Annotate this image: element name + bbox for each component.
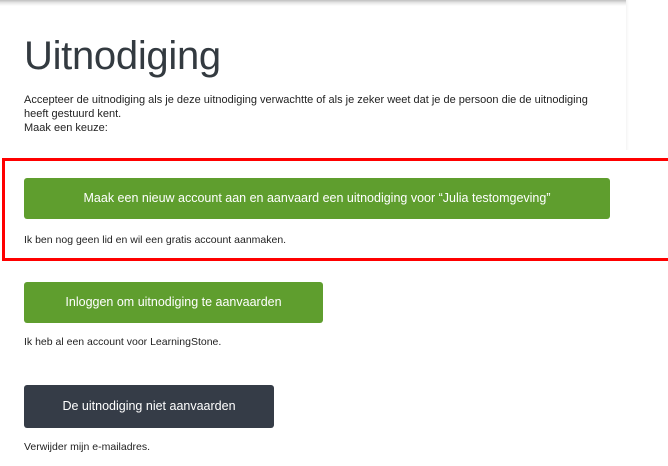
top-shadow xyxy=(0,0,628,6)
intro-paragraph: Accepteer de uitnodiging als je deze uit… xyxy=(24,94,588,120)
panel-edge xyxy=(626,0,629,150)
decline-hint: Verwijder mijn e-mailadres. xyxy=(24,441,151,453)
login-accept-button[interactable]: Inloggen om uitnodiging te aanvaarden xyxy=(24,282,323,323)
invitation-page: Uitnodiging Accepteer de uitnodiging als… xyxy=(0,0,668,466)
decline-invitation-button[interactable]: De uitnodiging niet aanvaarden xyxy=(24,385,274,428)
choose-prompt: Maak een keuze: xyxy=(24,122,108,134)
login-hint: Ik heb al een account voor LearningStone… xyxy=(24,336,222,348)
create-account-accept-button[interactable]: Maak een nieuw account aan en aanvaard e… xyxy=(24,178,610,219)
page-title: Uitnodiging xyxy=(24,34,221,78)
create-account-hint: Ik ben nog geen lid en wil een gratis ac… xyxy=(24,234,287,246)
intro-text: Accepteer de uitnodiging als je deze uit… xyxy=(24,93,614,135)
